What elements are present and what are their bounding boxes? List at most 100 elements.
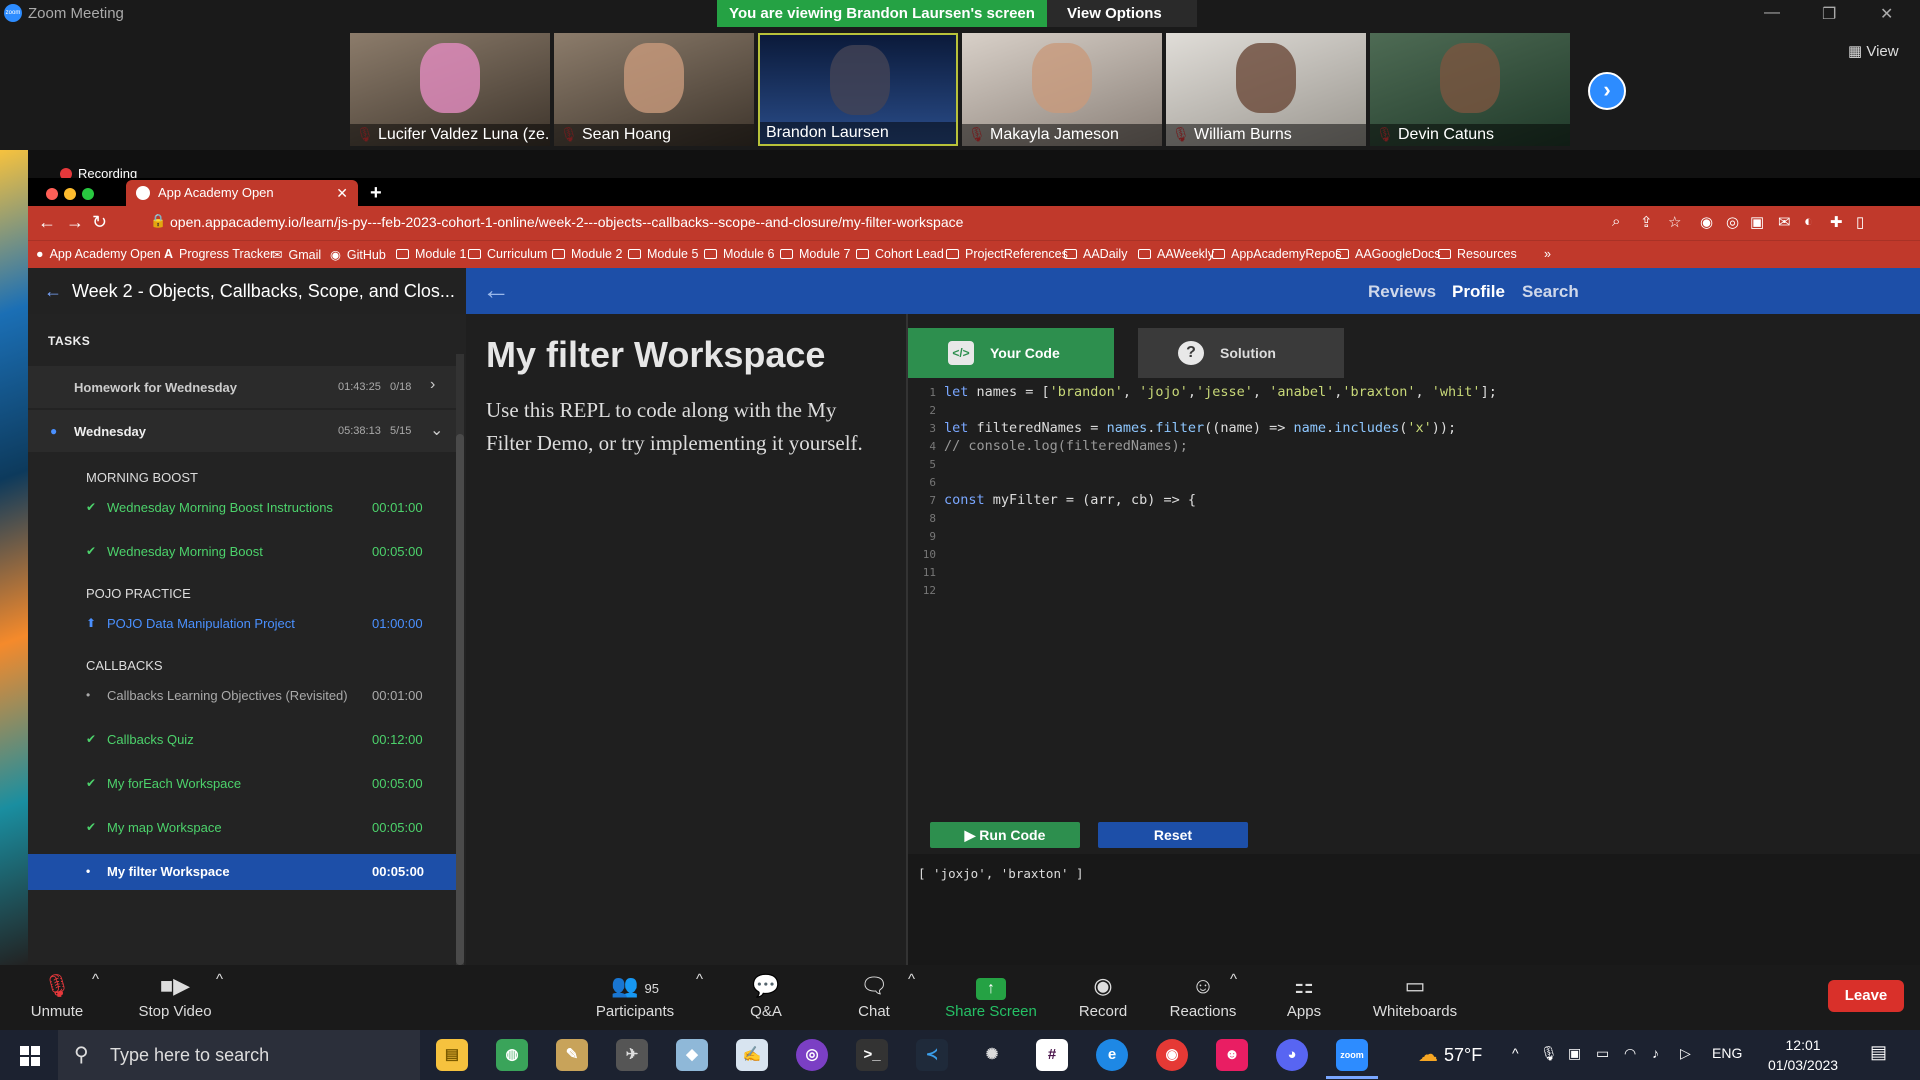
apps-button[interactable]: ⚏ Apps <box>1284 971 1324 1020</box>
extension-icon[interactable]: ▣ <box>1750 213 1764 231</box>
notifications-icon[interactable]: ▤ <box>1870 1042 1887 1063</box>
slack-icon[interactable]: # <box>1036 1039 1068 1071</box>
app-tray-icon[interactable]: ▣ <box>1568 1045 1581 1062</box>
bookmark[interactable]: Module 7 <box>780 247 850 261</box>
notepad-icon[interactable]: ✍ <box>736 1039 768 1071</box>
reload-icon[interactable]: ↻ <box>92 212 107 233</box>
bookmark[interactable]: ProjectReferences <box>946 247 1068 261</box>
run-code-button[interactable]: ▶ Run Code <box>930 822 1080 848</box>
browser-tab[interactable]: App Academy Open ✕ <box>126 180 358 206</box>
extension-icon[interactable]: ◉ <box>1700 213 1713 231</box>
language-indicator[interactable]: ENG <box>1712 1045 1742 1061</box>
file-explorer-icon[interactable]: ▤ <box>436 1039 468 1071</box>
leave-button[interactable]: Leave <box>1828 980 1904 1012</box>
bookmark[interactable]: Curriculum <box>468 247 547 261</box>
bookmark[interactable]: Module 2 <box>552 247 622 261</box>
microphone-icon[interactable]: 🎙 <box>1540 1045 1558 1062</box>
nav-search[interactable]: Search <box>1522 282 1579 302</box>
bookmark[interactable]: Module 1 <box>396 247 466 261</box>
terminal-icon[interactable]: >_ <box>856 1039 888 1071</box>
participants-button[interactable]: 👥 95 Participants <box>590 971 680 1020</box>
video-tile[interactable]: 🎙 William Burns <box>1166 33 1366 146</box>
bookmark[interactable]: Cohort Lead <box>856 247 944 261</box>
wifi-icon[interactable]: ◠ <box>1624 1045 1636 1062</box>
task-item[interactable]: • Callbacks Learning Objectives (Revisit… <box>28 688 458 716</box>
weather-temp[interactable]: 57°F <box>1444 1045 1482 1066</box>
extension-icon[interactable]: ✉ <box>1778 213 1791 231</box>
tab-solution[interactable]: ? Solution <box>1138 328 1344 378</box>
battery-icon[interactable]: ▭ <box>1596 1045 1609 1062</box>
app-icon[interactable]: ◆ <box>676 1039 708 1071</box>
task-item-active[interactable]: • My filter Workspace 00:05:00 <box>28 854 458 890</box>
caret-up-icon[interactable]: ^ <box>908 971 915 988</box>
restore-icon[interactable]: ❐ <box>1822 4 1836 24</box>
clock[interactable]: 12:01 01/03/2023 <box>1768 1035 1838 1075</box>
nav-profile[interactable]: Profile <box>1452 282 1505 302</box>
close-icon[interactable]: ✕ <box>1880 4 1893 24</box>
code-area[interactable]: 1 2 3 4 5 6 7 8 9 10 11 12 let names = [… <box>908 380 1920 850</box>
chrome-icon[interactable]: ◉ <box>1156 1039 1188 1071</box>
discord-icon[interactable]: ◕ <box>1276 1039 1308 1071</box>
app-icon[interactable]: ◍ <box>496 1039 528 1071</box>
record-button[interactable]: ◉ Record <box>1076 971 1130 1020</box>
video-tile[interactable]: 🎙 Makayla Jameson <box>962 33 1162 146</box>
video-tile-active-speaker[interactable]: Brandon Laursen <box>758 33 958 146</box>
bookmark[interactable]: ● App Academy Open <box>36 247 161 261</box>
task-item[interactable]: ✔ Wednesday Morning Boost 00:05:00 <box>28 544 458 572</box>
puzzle-icon[interactable]: ✚ <box>1830 213 1843 231</box>
share-icon[interactable]: ⇪ <box>1640 213 1653 231</box>
zoom-icon[interactable]: zoom <box>1336 1039 1368 1071</box>
chat-button[interactable]: 🗨 Chat <box>854 971 894 1020</box>
next-page-arrow-icon[interactable]: › <box>1588 72 1626 110</box>
vscode-icon[interactable]: ≺ <box>916 1039 948 1071</box>
back-icon[interactable]: ← <box>38 212 56 233</box>
bookmark[interactable]: Module 5 <box>628 247 698 261</box>
share-screen-button[interactable]: ↑ Share Screen <box>944 971 1038 1020</box>
sidebar-scrollbar-thumb[interactable] <box>456 434 464 965</box>
meet-now-icon[interactable]: ▷ <box>1680 1045 1691 1062</box>
extension-icon[interactable]: ◐ <box>1804 213 1813 230</box>
zoom-icon[interactable]: ⌕ <box>1612 213 1620 230</box>
maximize-window-icon[interactable] <box>82 188 94 200</box>
close-window-icon[interactable] <box>46 188 58 200</box>
chevron-up-icon[interactable]: ^ <box>1512 1045 1519 1061</box>
app-icon[interactable]: ◎ <box>796 1039 828 1071</box>
minimize-icon[interactable]: — <box>1764 4 1780 22</box>
nav-reviews[interactable]: Reviews <box>1368 282 1436 302</box>
task-group-homework[interactable]: Homework for Wednesday 01:43:25 0/18 › <box>28 366 458 408</box>
sidebar-icon[interactable]: ▯ <box>1856 213 1864 231</box>
minimize-window-icon[interactable] <box>64 188 76 200</box>
caret-up-icon[interactable]: ^ <box>92 971 99 988</box>
qa-button[interactable]: 💬 Q&A <box>746 971 786 1020</box>
app-icon[interactable]: ✈ <box>616 1039 648 1071</box>
view-layout-button[interactable]: ▦ View <box>1848 42 1899 60</box>
task-item[interactable]: ✔ My forEach Workspace 00:05:00 <box>28 776 458 804</box>
task-item[interactable]: ⬆ POJO Data Manipulation Project 01:00:0… <box>28 616 458 644</box>
bookmark[interactable]: ◉ GitHub <box>330 247 386 262</box>
bookmark[interactable]: AAGoogleDocs <box>1336 247 1440 261</box>
bookmark[interactable]: A Progress Tracker <box>164 247 274 261</box>
task-item[interactable]: ✔ My map Workspace 00:05:00 <box>28 820 458 848</box>
video-tile[interactable]: 🎙 Devin Catuns <box>1370 33 1570 146</box>
reactions-button[interactable]: ☺ Reactions <box>1168 971 1238 1020</box>
bookmark[interactable]: AppAcademyRepos <box>1212 247 1341 261</box>
bookmark[interactable]: Resources <box>1438 247 1517 261</box>
task-group-wednesday[interactable]: ● Wednesday 05:38:13 5/15 ⌄ <box>28 410 458 452</box>
reset-button[interactable]: Reset <box>1098 822 1248 848</box>
back-arrow-icon[interactable]: ← <box>44 268 62 314</box>
caret-up-icon[interactable]: ^ <box>216 971 223 988</box>
new-tab-icon[interactable]: + <box>370 182 382 205</box>
extension-icon[interactable]: ◎ <box>1726 213 1739 231</box>
whiteboards-button[interactable]: ▭ Whiteboards <box>1370 971 1460 1020</box>
more-bookmarks-icon[interactable]: » <box>1544 247 1551 261</box>
caret-up-icon[interactable]: ^ <box>1230 971 1237 988</box>
url-field[interactable]: open.appacademy.io/learn/js-py---feb-202… <box>170 214 963 230</box>
star-icon[interactable]: ☆ <box>1668 213 1681 231</box>
close-tab-icon[interactable]: ✕ <box>336 180 348 206</box>
chatgpt-icon[interactable]: ✺ <box>976 1039 1008 1071</box>
bookmark[interactable]: ✉ Gmail <box>272 247 321 262</box>
app-icon[interactable]: ☻ <box>1216 1039 1248 1071</box>
task-item[interactable]: ✔ Callbacks Quiz 00:12:00 <box>28 732 458 760</box>
volume-icon[interactable]: ♪ <box>1652 1045 1659 1061</box>
stop-video-button[interactable]: ■▶ Stop Video <box>132 971 218 1020</box>
